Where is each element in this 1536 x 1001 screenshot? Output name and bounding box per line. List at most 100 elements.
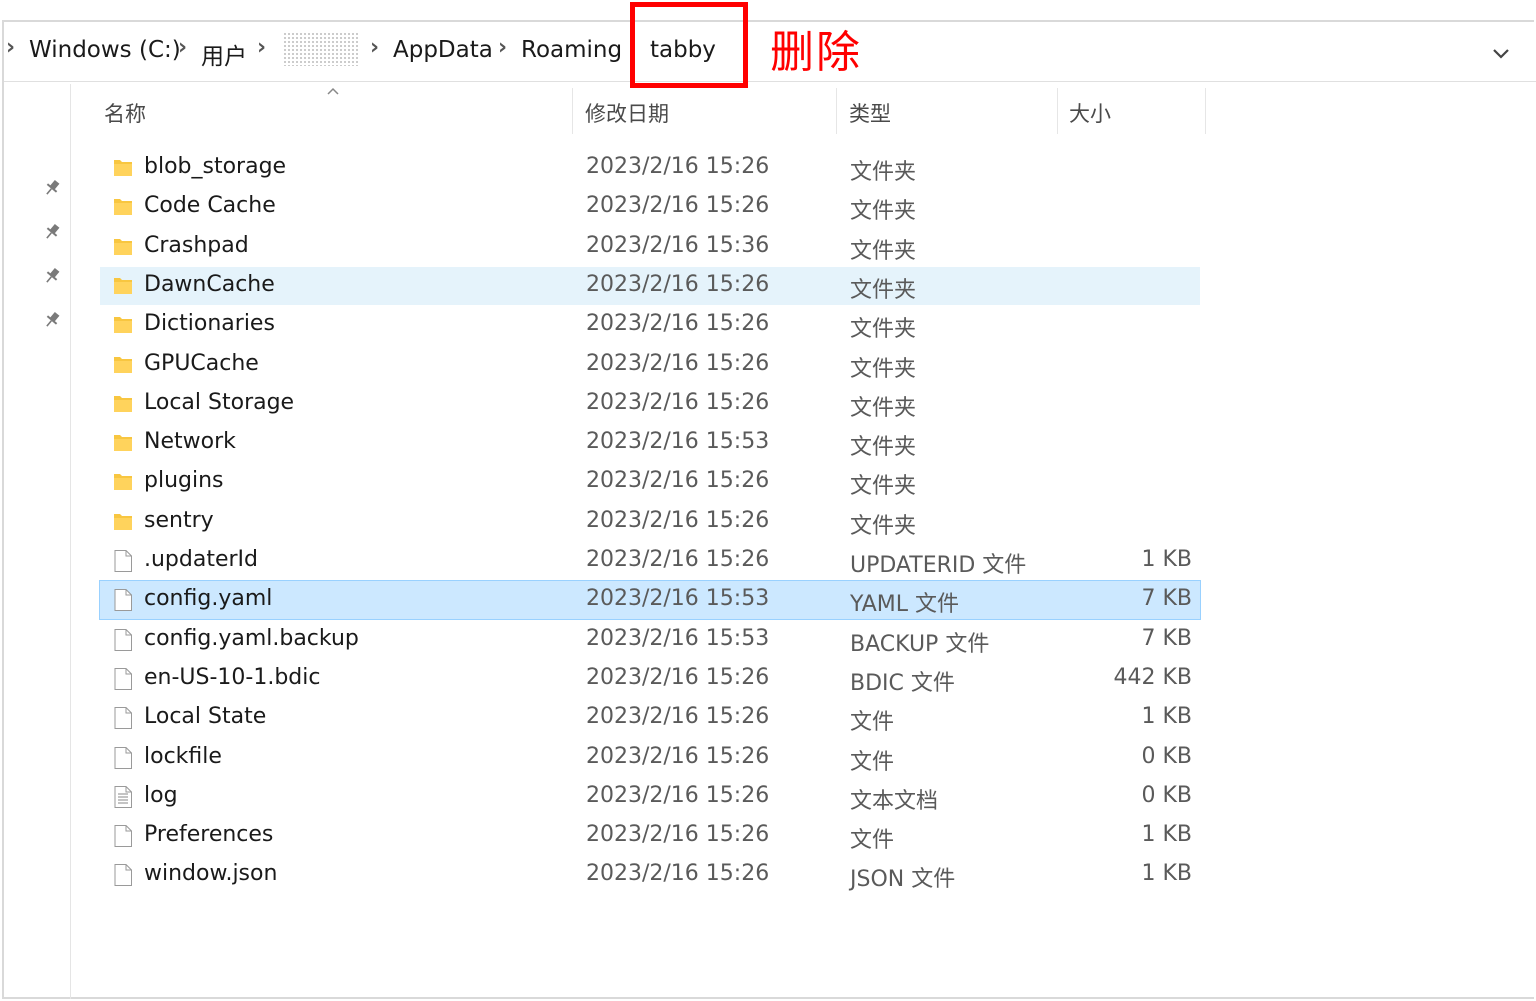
file-modified-date: 2023/2/16 15:26	[586, 193, 770, 219]
folder-icon	[112, 235, 134, 259]
file-type: 文件夹	[850, 277, 917, 303]
file-modified-date: 2023/2/16 15:26	[586, 389, 770, 415]
file-size: 1 KB	[1141, 822, 1192, 848]
file-modified-date: 2023/2/16 15:26	[586, 782, 770, 808]
file-name: config.yaml	[144, 586, 273, 612]
file-type: 文件夹	[850, 238, 917, 264]
file-type: JSON 文件	[850, 867, 956, 893]
file-type: 文件	[850, 749, 895, 775]
column-header-name[interactable]: 名称	[104, 98, 146, 128]
folder-icon	[112, 313, 134, 337]
file-size: 1 KB	[1141, 547, 1192, 572]
file-modified-date: 2023/2/16 15:53	[586, 586, 770, 612]
breadcrumb-item-users[interactable]: 用户	[201, 37, 247, 71]
chevron-right-icon[interactable]: ›	[257, 35, 266, 60]
file-name: .updaterId	[144, 547, 259, 572]
file-modified-date: 2023/2/16 15:26	[586, 704, 770, 730]
file-size: 7 KB	[1141, 586, 1192, 612]
file-row[interactable]: window.json 2023/2/16 15:26 JSON 文件 1 KB	[100, 856, 1200, 894]
file-row[interactable]: Preferences 2023/2/16 15:26 文件 1 KB	[100, 817, 1200, 855]
file-row[interactable]: Code Cache 2023/2/16 15:26 文件夹	[100, 188, 1200, 226]
file-name: en-US-10-1.bdic	[144, 664, 321, 690]
folder-icon	[112, 156, 134, 180]
chevron-right-icon[interactable]: ›	[370, 35, 379, 60]
sort-ascending-icon	[327, 87, 339, 95]
file-name: window.json	[144, 861, 278, 887]
file-name: Code Cache	[144, 193, 276, 219]
file-row[interactable]: plugins 2023/2/16 15:26 文件夹	[100, 463, 1200, 501]
folder-icon	[112, 274, 134, 298]
explorer-window: › Windows (C:) › 用户 › › AppData › Roamin…	[2, 2, 1536, 999]
column-divider[interactable]	[1057, 88, 1058, 134]
file-modified-date: 2023/2/16 15:26	[586, 664, 770, 690]
file-row[interactable]: Dictionaries 2023/2/16 15:26 文件夹	[100, 306, 1200, 344]
column-header-size[interactable]: 大小	[1069, 98, 1111, 128]
column-divider[interactable]	[572, 88, 573, 134]
navigation-pane	[4, 84, 71, 999]
file-row[interactable]: .updaterId 2023/2/16 15:26 UPDATERID 文件 1 K…	[100, 542, 1200, 580]
file-modified-date: 2023/2/16 15:26	[586, 547, 770, 572]
file-name: Local State	[144, 704, 267, 730]
file-row[interactable]: Crashpad 2023/2/16 15:36 文件夹	[100, 228, 1200, 266]
folder-icon	[112, 392, 134, 416]
file-name: blob_storage	[144, 154, 287, 179]
file-type: BDIC 文件	[850, 670, 955, 696]
chevron-down-icon[interactable]	[1490, 42, 1512, 64]
breadcrumb-item-drive[interactable]: Windows (C:)	[29, 37, 181, 63]
file-type: 文件夹	[850, 435, 917, 461]
column-header-type[interactable]: 类型	[849, 98, 891, 128]
file-type: 文件夹	[850, 356, 917, 382]
file-size: 1 KB	[1141, 704, 1192, 730]
breadcrumb-item-roaming[interactable]: Roaming	[521, 37, 622, 63]
file-size: 442 KB	[1113, 664, 1192, 690]
file-name: Local Storage	[144, 389, 295, 415]
file-icon	[112, 588, 134, 612]
column-divider[interactable]	[836, 88, 837, 134]
file-name: Dictionaries	[144, 311, 275, 337]
file-row[interactable]: lockfile 2023/2/16 15:26 文件 0 KB	[100, 739, 1200, 777]
pin-icon[interactable]	[42, 310, 62, 330]
chevron-right-icon[interactable]: ›	[498, 35, 507, 60]
column-divider[interactable]	[1205, 88, 1206, 134]
file-name: DawnCache	[144, 271, 275, 297]
file-row[interactable]: Local Storage 2023/2/16 15:26 文件夹	[100, 385, 1200, 423]
breadcrumb-item-appdata[interactable]: AppData	[393, 37, 493, 63]
file-type: 文件夹	[850, 513, 917, 539]
file-name: plugins	[144, 468, 224, 494]
file-type: 文件	[850, 828, 895, 854]
folder-icon	[112, 510, 134, 534]
file-row[interactable]: GPUCache 2023/2/16 15:26 文件夹	[100, 346, 1200, 384]
file-name: log	[144, 782, 178, 808]
pin-icon[interactable]	[42, 178, 62, 198]
file-modified-date: 2023/2/16 15:26	[586, 743, 770, 769]
pin-icon[interactable]	[42, 222, 62, 242]
file-name: Preferences	[144, 822, 274, 848]
column-header-date[interactable]: 修改日期	[585, 98, 669, 128]
chevron-right-icon[interactable]: ›	[178, 35, 187, 60]
file-row[interactable]: Local State 2023/2/16 15:26 文件 1 KB	[100, 699, 1200, 737]
file-row[interactable]: sentry 2023/2/16 15:26 文件夹	[100, 503, 1200, 541]
folder-icon	[112, 195, 134, 219]
file-name: Crashpad	[144, 232, 249, 258]
pin-icon[interactable]	[42, 266, 62, 286]
file-row[interactable]: en-US-10-1.bdic 2023/2/16 15:26 BDIC 文件 442…	[100, 660, 1200, 698]
breadcrumb-item-username-redacted[interactable]	[283, 32, 359, 66]
file-modified-date: 2023/2/16 15:53	[586, 429, 770, 455]
annotation-delete-label: 删除	[770, 27, 862, 78]
file-row[interactable]: log 2023/2/16 15:26 文本文档 0 KB	[100, 778, 1200, 816]
chevron-right-icon[interactable]: ›	[6, 35, 15, 60]
file-size: 1 KB	[1141, 861, 1192, 887]
file-modified-date: 2023/2/16 15:26	[586, 507, 770, 533]
folder-icon	[112, 431, 134, 455]
file-row[interactable]: config.yaml 2023/2/16 15:53 YAML 文件 7 KB	[99, 580, 1201, 621]
file-row[interactable]: config.yaml.backup 2023/2/16 15:53 BACKUP …	[100, 621, 1200, 659]
file-modified-date: 2023/2/16 15:26	[586, 350, 770, 376]
folder-icon	[112, 470, 134, 494]
file-type: 文件夹	[850, 317, 917, 343]
file-size: 0 KB	[1141, 782, 1192, 808]
address-bar[interactable]: › Windows (C:) › 用户 › › AppData › Roamin…	[4, 2, 1536, 88]
file-row[interactable]: DawnCache 2023/2/16 15:26 文件夹	[100, 266, 1200, 305]
file-row[interactable]: blob_storage 2023/2/16 15:26 文件夹	[100, 149, 1200, 187]
file-row[interactable]: Network 2023/2/16 15:53 文件夹	[100, 424, 1200, 462]
file-name: GPUCache	[144, 350, 259, 376]
